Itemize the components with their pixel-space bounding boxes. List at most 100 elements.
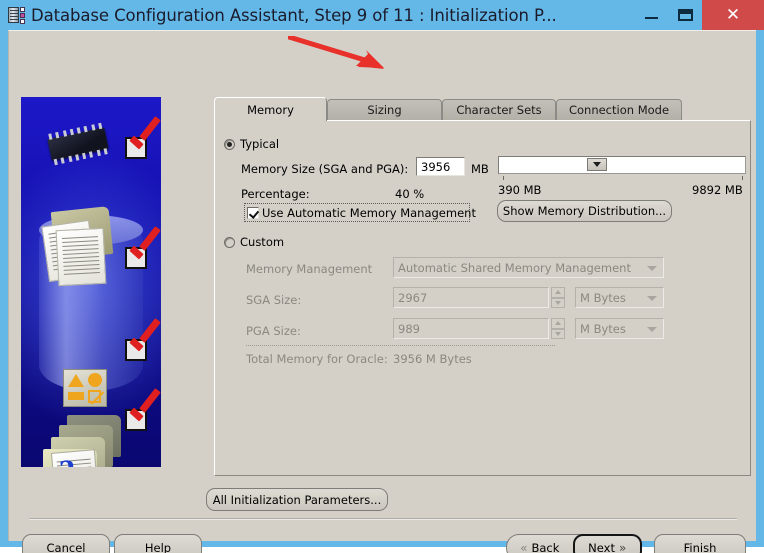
close-icon: ✕ <box>725 4 741 25</box>
caret-up-icon <box>555 290 561 295</box>
typical-radio[interactable] <box>224 139 235 150</box>
step-check-2 <box>125 226 161 275</box>
chevron-down-icon <box>647 295 657 301</box>
side-illustration: ? <box>21 97 161 467</box>
typical-label: Typical <box>240 137 280 151</box>
tab-sizing-label: Sizing <box>367 103 402 117</box>
minimize-icon <box>644 17 658 19</box>
sga-spinner-up[interactable] <box>551 287 565 298</box>
slider-max-label: 9892 MB <box>692 183 743 197</box>
title-bar: Database Configuration Assistant, Step 9… <box>0 0 764 30</box>
custom-separator <box>246 345 555 346</box>
shapes-icon <box>63 369 107 407</box>
back-button[interactable]: « Back <box>507 535 573 553</box>
pga-size-input[interactable]: 989 <box>393 318 549 339</box>
caret-down-icon <box>555 300 561 305</box>
folder-stack-icon: ? <box>39 415 129 467</box>
pga-spinner-up[interactable] <box>551 318 565 329</box>
memory-management-value: Automatic Shared Memory Management <box>398 260 631 275</box>
step-check-1 <box>125 116 161 165</box>
tab-memory-label: Memory <box>247 102 294 117</box>
window-controls: ✕ <box>634 0 764 30</box>
slider-tick-min <box>503 176 504 180</box>
total-memory-value: 3956 M Bytes <box>393 352 472 366</box>
sga-size-input[interactable]: 2967 <box>393 287 549 308</box>
maximize-button[interactable] <box>668 0 702 30</box>
custom-label: Custom <box>240 235 285 249</box>
percentage-value: 40 % <box>395 187 425 201</box>
pga-spinner-down[interactable] <box>551 328 565 339</box>
chevron-down-icon <box>647 265 657 271</box>
memory-size-input[interactable]: 3956 <box>416 157 465 176</box>
memory-slider-thumb[interactable] <box>587 158 607 171</box>
sga-unit-dropdown[interactable]: M Bytes <box>575 287 664 308</box>
show-memory-distribution-label: Show Memory Distribution... <box>502 204 667 218</box>
cancel-label: Cancel <box>46 540 86 553</box>
window-frame: Database Configuration Assistant, Step 9… <box>0 0 764 553</box>
auto-memory-management-label: Use Automatic Memory Management <box>262 205 476 220</box>
slider-min-label: 390 MB <box>498 183 542 197</box>
red-check-icon <box>128 116 161 157</box>
memory-size-label: Memory Size (SGA and PGA): <box>241 162 409 176</box>
red-check-icon <box>128 388 161 429</box>
custom-radio[interactable] <box>224 237 235 248</box>
pga-size-label: PGA Size: <box>246 324 301 338</box>
restore-icon <box>677 9 693 21</box>
tab-character-sets[interactable]: Character Sets <box>442 99 556 120</box>
tab-strip: Memory Sizing Character Sets Connection … <box>214 97 751 121</box>
sga-size-label: SGA Size: <box>246 293 302 307</box>
caret-up-icon <box>555 321 561 326</box>
chip-icon <box>47 122 109 166</box>
all-initialization-parameters-button[interactable]: All Initialization Parameters... <box>206 488 388 511</box>
tab-connection-mode-label: Connection Mode <box>568 103 670 117</box>
memory-management-label: Memory Management <box>246 262 373 276</box>
tab-character-sets-label: Character Sets <box>456 103 542 117</box>
sga-unit-value: M Bytes <box>580 290 626 305</box>
slider-tick-max <box>742 176 743 180</box>
red-check-icon <box>128 226 161 267</box>
sga-spinner-down[interactable] <box>551 297 565 308</box>
pga-unit-dropdown[interactable]: M Bytes <box>575 318 664 339</box>
application-window: Database Configuration Assistant, Step 9… <box>0 0 764 553</box>
help-button[interactable]: Help <box>114 534 202 553</box>
show-memory-distribution-button[interactable]: Show Memory Distribution... <box>497 200 672 222</box>
dialog-body: ? <box>8 30 756 553</box>
back-label: Back <box>531 540 560 553</box>
caret-down-icon <box>555 331 561 336</box>
minimize-button[interactable] <box>634 0 668 30</box>
footer-divider <box>29 518 737 520</box>
next-button[interactable]: Next » <box>572 534 642 553</box>
chevron-down-icon <box>647 326 657 332</box>
checkbox-check-icon <box>247 206 259 219</box>
total-memory-label: Total Memory for Oracle: <box>246 352 388 366</box>
step-check-3 <box>125 318 161 367</box>
next-label: Next <box>588 540 615 553</box>
tab-memory[interactable]: Memory <box>214 97 327 121</box>
step-check-4 <box>125 388 161 437</box>
help-label: Help <box>144 540 172 553</box>
percentage-label: Percentage: <box>241 187 310 201</box>
memory-size-unit-label: MB <box>471 162 489 176</box>
finish-label: Finish <box>683 540 717 553</box>
folder-documents-icon <box>41 206 119 287</box>
memory-tab-panel: Typical Memory Size (SGA and PGA): 3956 … <box>214 120 751 476</box>
tab-connection-mode[interactable]: Connection Mode <box>556 99 682 120</box>
chevron-right-icon: » <box>618 540 627 553</box>
all-initialization-parameters-label: All Initialization Parameters... <box>212 492 382 507</box>
memory-slider-track[interactable] <box>498 156 746 174</box>
finish-button[interactable]: Finish <box>654 534 746 553</box>
tab-sizing[interactable]: Sizing <box>327 99 442 120</box>
red-check-icon <box>128 318 161 359</box>
pga-size-spinner[interactable] <box>551 318 565 339</box>
window-title: Database Configuration Assistant, Step 9… <box>31 5 557 25</box>
memory-management-dropdown[interactable]: Automatic Shared Memory Management <box>393 257 664 278</box>
pga-unit-value: M Bytes <box>580 321 626 336</box>
sga-size-spinner[interactable] <box>551 287 565 308</box>
auto-memory-management-checkbox[interactable]: Use Automatic Memory Management <box>244 203 476 222</box>
slider-thumb-triangle-icon <box>593 162 601 167</box>
cancel-button[interactable]: Cancel <box>22 534 110 553</box>
memory-chip-icon <box>6 5 26 25</box>
navigation-button-group: « Back Next » <box>506 534 642 553</box>
chevron-left-icon: « <box>520 540 528 553</box>
close-button[interactable]: ✕ <box>702 0 764 30</box>
